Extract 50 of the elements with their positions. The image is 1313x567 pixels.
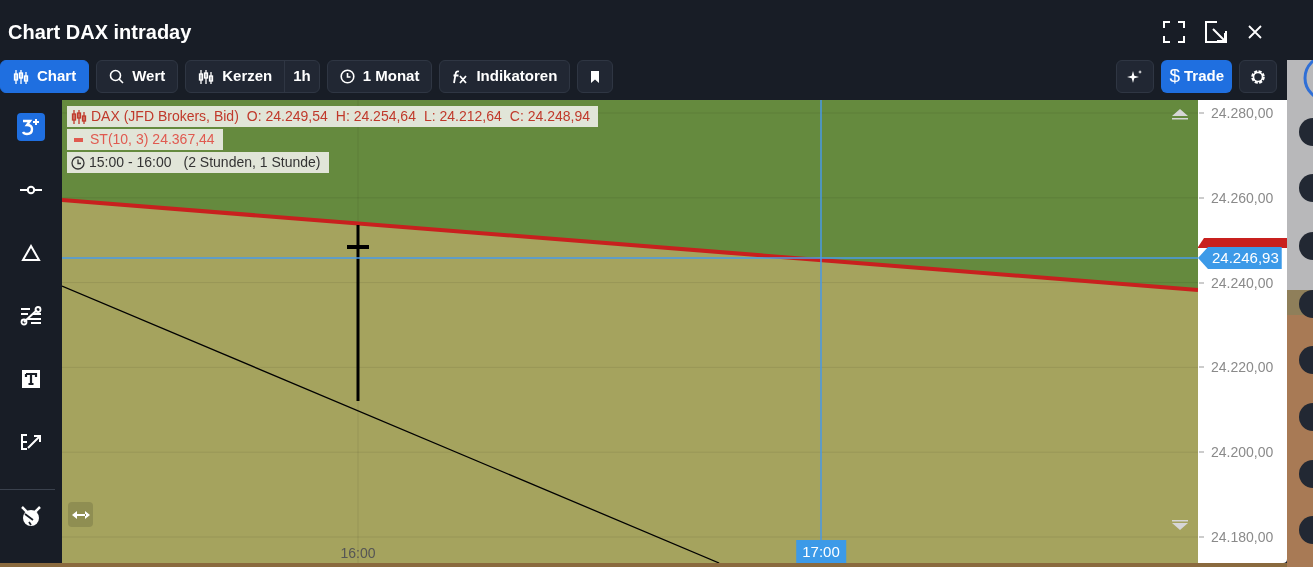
price-axis-label: 24.240,00 [1211, 273, 1274, 293]
price-axis-label: 24.280,00 [1211, 103, 1274, 123]
edit-arrow-icon [20, 433, 42, 451]
fibonacci-icon [20, 306, 42, 326]
instrument-name: DAX (JFD Brokers, Bid) [91, 107, 239, 126]
bull-icon [20, 505, 42, 527]
text-tool-icon [22, 370, 40, 388]
settings-icon [1250, 68, 1266, 85]
indicator-value: 24.367,44 [152, 130, 215, 149]
settings-button[interactable] [1239, 60, 1277, 93]
ohlc-value: O: 24.249,54 [246, 107, 328, 126]
window-title: Chart DAX intraday [8, 20, 192, 45]
bookmark-icon [590, 70, 601, 83]
ohlc-value: C: 24.248,94 [509, 107, 590, 126]
candlestick-icon [13, 69, 29, 84]
dollar-icon: $ [1169, 62, 1180, 91]
price-axis-label: 24.220,00 [1211, 357, 1274, 377]
add-drawing-icon [21, 117, 41, 137]
timespan: 15:00 - 16:00 [89, 153, 172, 172]
function-icon [452, 69, 469, 84]
interval-button[interactable]: 1h [284, 61, 319, 92]
search-icon [109, 69, 125, 84]
triangle-icon [21, 244, 41, 262]
price-axis-label: 24.180,00 [1211, 527, 1274, 547]
scroll-up-icon[interactable] [1172, 109, 1188, 120]
toolbar-button[interactable]: Chart [0, 60, 90, 93]
timespan-note: (2 Stunden, 1 Stunde) [183, 153, 321, 172]
toolbar-button[interactable]: Indikatoren [439, 60, 571, 93]
clock-icon [71, 155, 85, 170]
toolbar-button[interactable]: 1 Monat [326, 60, 433, 93]
line-tool-icon [20, 185, 42, 195]
crosshair-price-label: 24.246,93 [1198, 247, 1282, 269]
ohlc-value: H: 24.254,64 [335, 107, 416, 126]
trade-button[interactable]: $ Trade [1161, 60, 1232, 93]
indicator-name: ST(10, 3) [90, 130, 149, 149]
horizontal-resize-icon[interactable] [68, 502, 93, 527]
candlestick-icon [198, 69, 215, 84]
ohlc-value: L: 24.212,64 [423, 107, 502, 126]
price-axis-label: 24.200,00 [1211, 442, 1274, 462]
clock-icon [339, 69, 355, 84]
bookmark-button[interactable] [577, 60, 614, 93]
sparkle-button[interactable] [1116, 60, 1155, 93]
candlestick-icon [71, 109, 87, 124]
indicator-swatch [74, 137, 83, 142]
drawing-tool-button[interactable] [17, 113, 45, 141]
time-axis-label: 16:00 [340, 544, 376, 563]
chart-type-button[interactable]: Kerzen [186, 61, 285, 92]
toolbar-button[interactable]: Wert [96, 60, 179, 93]
crosshair-time-label: 17:00 [796, 540, 846, 563]
price-axis-label: 24.260,00 [1211, 188, 1274, 208]
